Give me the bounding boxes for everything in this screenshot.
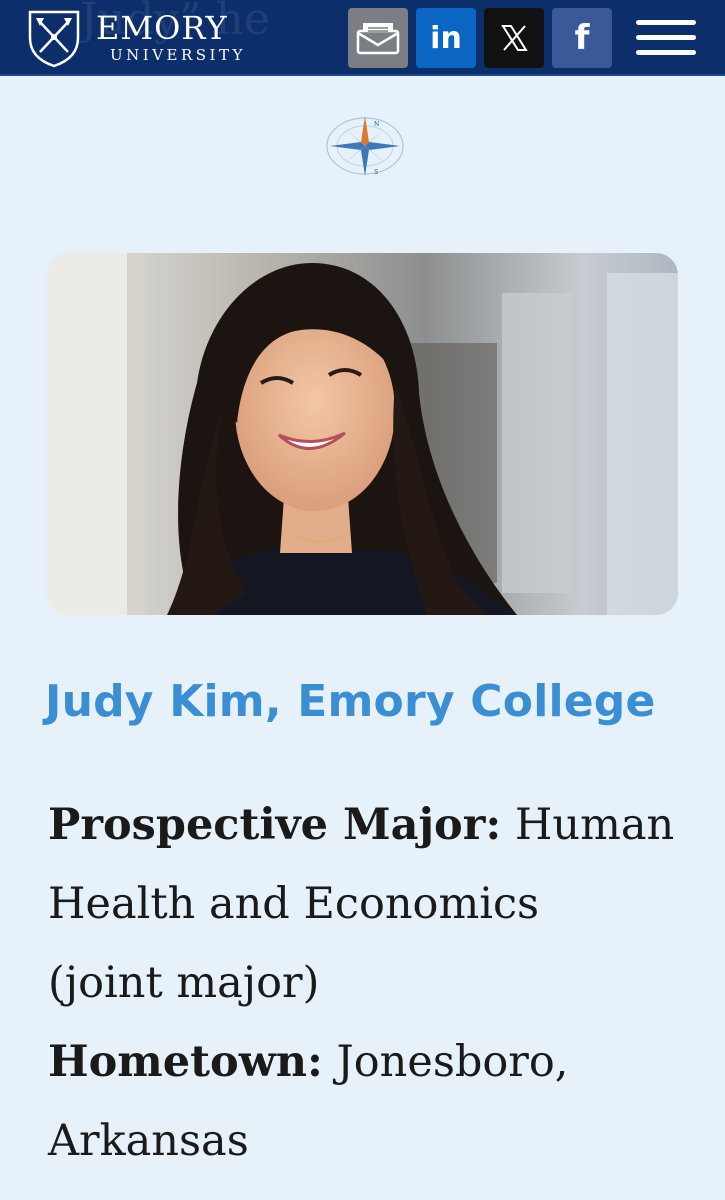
partial-cutoff-line: Arkansas [48,1181,698,1200]
compass-letter-s: S [374,168,379,176]
site-header: Judy” he EMORY UNIVERSITY in f [0,0,725,76]
major-value-line3: (joint major) [48,958,320,1008]
menu-line [636,20,696,25]
compass-letter-n: N [374,120,379,128]
envelope-icon [356,23,400,55]
x-share-button[interactable] [484,8,544,68]
hometown-label: Hometown: [48,1037,323,1087]
major-value-line2: Health and Economics [48,879,540,929]
hometown-row: Hometown: Jonesboro, [48,1023,698,1102]
logo-wordmark: EMORY [96,9,228,47]
facebook-icon: f [574,18,590,58]
menu-line [636,50,696,55]
hamburger-menu-button[interactable] [630,14,700,62]
profile-photo [47,253,678,615]
major-label: Prospective Major: [48,800,502,850]
emory-shield-icon [28,10,80,68]
compass-rose-icon: N S [326,116,404,176]
logo-subtitle: UNIVERSITY [110,46,246,64]
profile-name-heading: Judy Kim, Emory College [45,676,656,727]
hometown-value-line1: Jonesboro, [336,1037,569,1087]
hometown-value-line2: Arkansas [48,1116,249,1166]
major-row: Prospective Major: Human [48,786,698,865]
x-icon [501,25,528,51]
profile-details: Prospective Major: Human Health and Econ… [48,786,698,1200]
email-share-button[interactable] [348,8,408,68]
linkedin-share-button[interactable]: in [416,8,476,68]
major-value-line1: Human [514,800,675,850]
linkedin-icon: in [430,20,462,56]
emory-logo[interactable]: EMORY UNIVERSITY [26,8,266,68]
facebook-share-button[interactable]: f [552,8,612,68]
menu-line [636,35,696,40]
